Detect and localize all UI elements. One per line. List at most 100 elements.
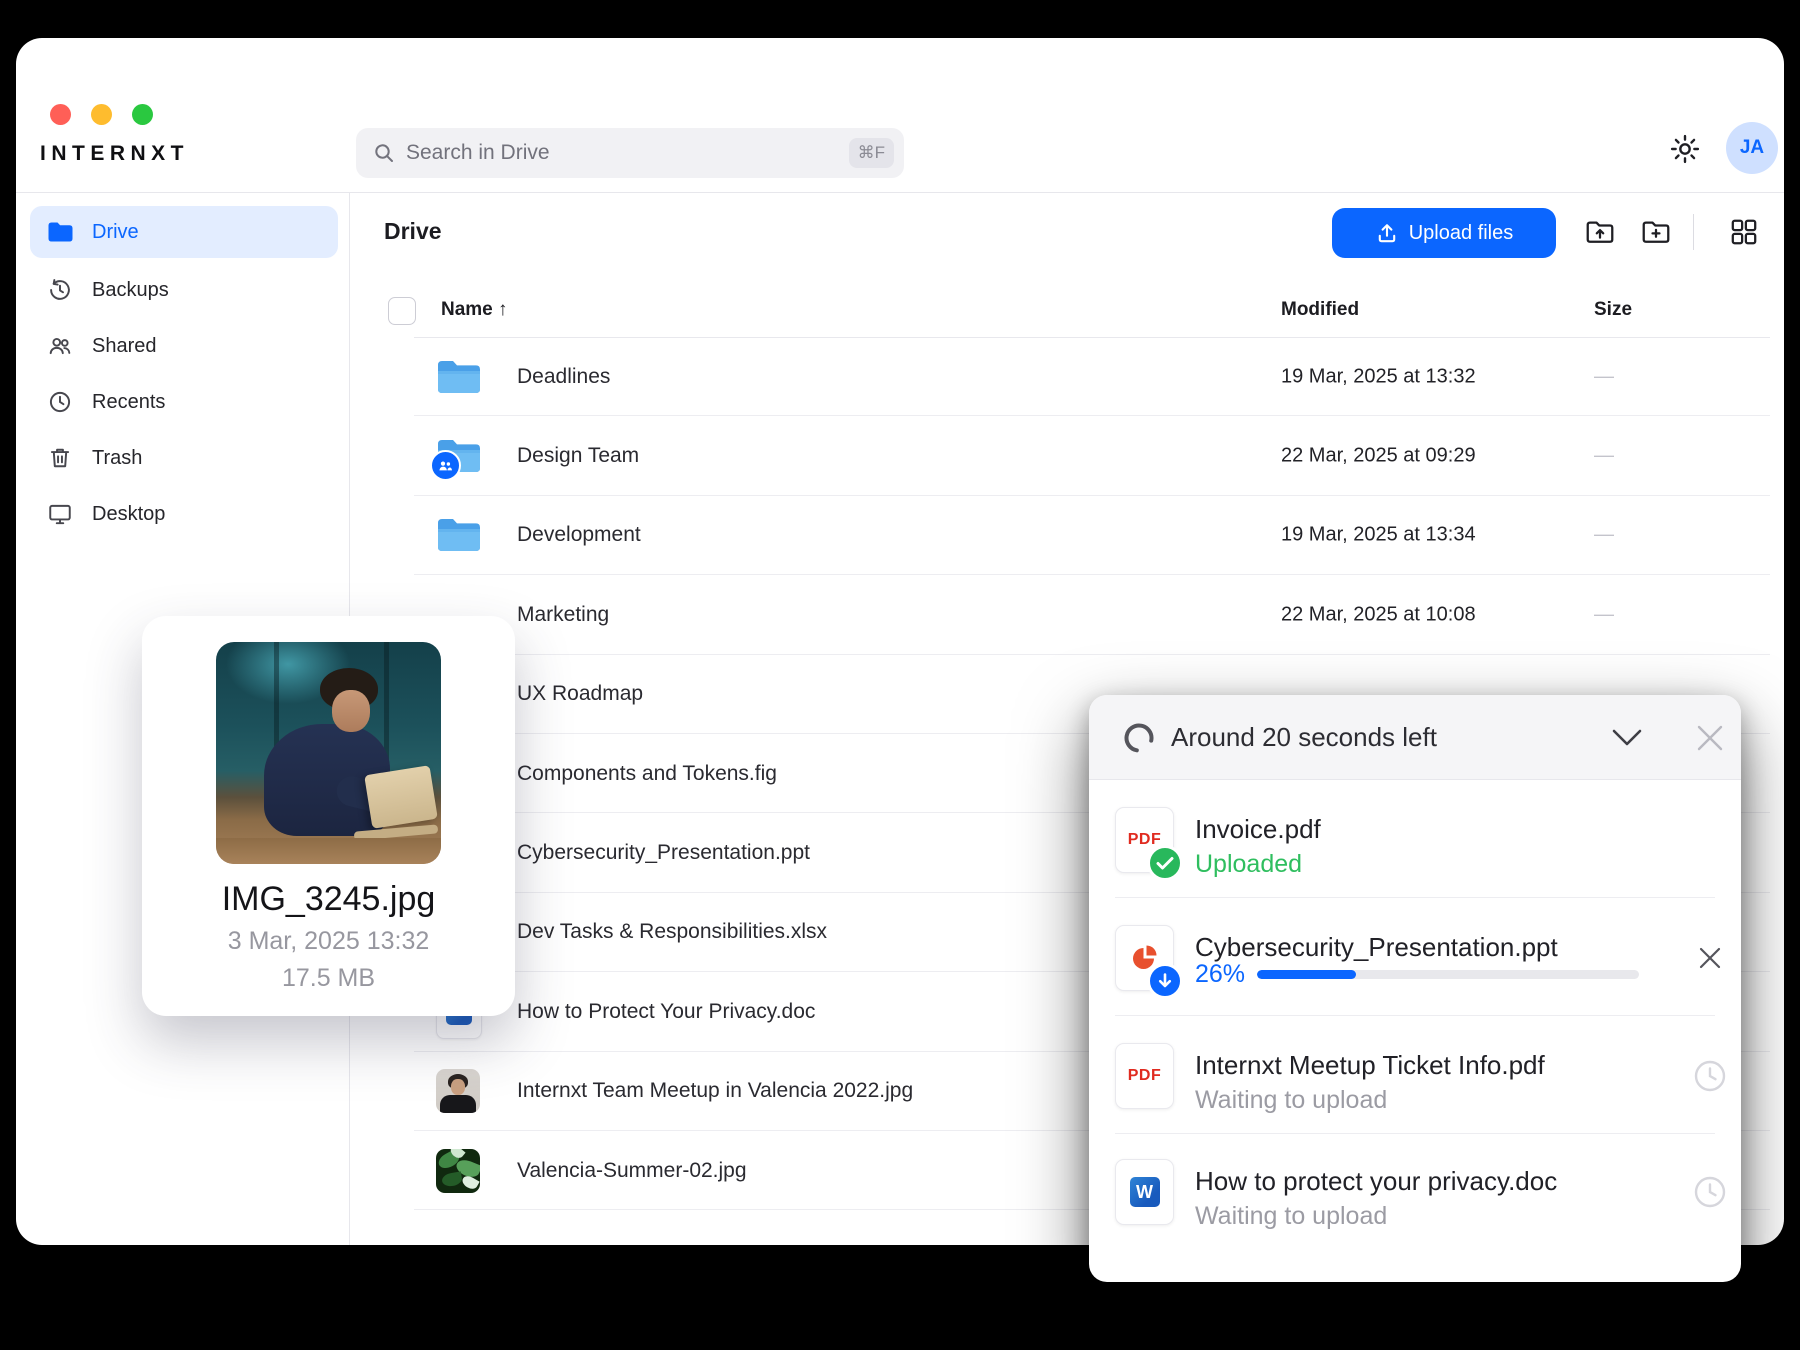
- file-modified: 22 Mar, 2025 at 10:08: [1281, 603, 1476, 626]
- preview-modified: 3 Mar, 2025 13:32: [227, 927, 430, 955]
- waiting-clock-icon: [1691, 1057, 1729, 1095]
- preview-photo: [216, 642, 441, 864]
- sidebar-item-trash[interactable]: Trash: [30, 432, 338, 484]
- upload-item-name: Internxt Meetup Ticket Info.pdf: [1195, 1050, 1545, 1080]
- trash-icon: [46, 444, 74, 472]
- file-size: —: [1594, 365, 1614, 388]
- upload-item-status: Uploaded: [1195, 850, 1303, 878]
- file-name: Components and Tokens.fig: [517, 761, 777, 785]
- close-window-button[interactable]: [50, 104, 71, 125]
- upload-item-status: Waiting to upload: [1195, 1202, 1388, 1230]
- cancel-icon: [1699, 947, 1721, 969]
- search-placeholder: Search in Drive: [406, 141, 550, 164]
- user-avatar[interactable]: JA: [1726, 122, 1778, 174]
- upload-item-status: Waiting to upload: [1195, 1086, 1388, 1114]
- internxt-logo: INTERNXT: [40, 142, 189, 165]
- file-size: —: [1594, 444, 1614, 467]
- table-row[interactable]: Development 19 Mar, 2025 at 13:34 —: [350, 496, 1784, 576]
- zoom-window-button[interactable]: [132, 104, 153, 125]
- column-header-name[interactable]: Name ↑: [441, 299, 508, 321]
- table-row[interactable]: Design Team 22 Mar, 2025 at 09:29 —: [350, 416, 1784, 497]
- page-title: Drive: [384, 218, 442, 244]
- upload-panel-title: Around 20 seconds left: [1171, 722, 1437, 752]
- sidebar-item-label: Drive: [92, 220, 139, 243]
- sidebar-item-shared[interactable]: Shared: [30, 320, 338, 372]
- preview-filename: IMG_3245.jpg: [221, 880, 436, 918]
- search-icon: [375, 144, 393, 162]
- file-name: Cybersecurity_Presentation.ppt: [517, 841, 810, 865]
- file-modified: 19 Mar, 2025 at 13:32: [1281, 365, 1476, 388]
- upload-item: PDF Internxt Meetup Ticket Info.pdf Wait…: [1089, 1016, 1741, 1134]
- upload-item-percent: 26%: [1195, 960, 1246, 988]
- select-all-checkbox[interactable]: [388, 297, 416, 325]
- preview-size: 17.5 MB: [281, 964, 376, 992]
- image-thumbnail: [436, 1069, 480, 1114]
- folder-icon: [46, 218, 74, 246]
- upload-progress-panel: Around 20 seconds left PDF Invoice.pdf U…: [1089, 695, 1741, 1282]
- file-name: UX Roadmap: [517, 682, 644, 706]
- window-controls: [50, 104, 153, 125]
- grid-view-button[interactable]: [1726, 214, 1762, 250]
- waiting-clock-icon: [1691, 1173, 1729, 1211]
- sidebar-item-label: Recents: [92, 390, 166, 413]
- upload-progress-bar: [1257, 970, 1639, 979]
- column-header-modified[interactable]: Modified: [1281, 299, 1359, 321]
- sidebar-item-label: Shared: [92, 334, 157, 357]
- word-doc-icon: W: [1115, 1159, 1174, 1225]
- history-icon: [46, 276, 74, 304]
- uploaded-check-icon: [1147, 845, 1183, 881]
- column-header-size[interactable]: Size: [1594, 299, 1632, 321]
- close-icon: [1697, 725, 1723, 751]
- shared-folder-icon: [430, 438, 482, 482]
- avatar-initials: JA: [1739, 137, 1765, 158]
- table-row[interactable]: Deadlines 19 Mar, 2025 at 13:32 —: [350, 337, 1784, 417]
- sidebar-item-drive[interactable]: Drive: [30, 206, 338, 258]
- file-name: Dev Tasks & Responsibilities.xlsx: [517, 920, 828, 944]
- sidebar-item-label: Desktop: [92, 502, 166, 525]
- folder-upload-icon: [1586, 221, 1614, 243]
- gear-icon: [1670, 134, 1700, 164]
- new-folder-button[interactable]: [1638, 214, 1674, 250]
- minimize-window-button[interactable]: [91, 104, 112, 125]
- sort-ascending-icon: ↑: [498, 299, 508, 320]
- cancel-upload-button[interactable]: [1691, 939, 1729, 977]
- desktop-icon: [46, 500, 74, 528]
- collapse-panel-button[interactable]: [1606, 719, 1648, 757]
- grid-view-icon: [1731, 219, 1757, 245]
- sidebar-item-recents[interactable]: Recents: [30, 376, 338, 428]
- folder-icon: [436, 517, 482, 553]
- upload-item: PDF Invoice.pdf Uploaded: [1089, 780, 1741, 898]
- file-name: Deadlines: [517, 364, 611, 388]
- settings-button[interactable]: [1668, 132, 1702, 166]
- sidebar-item-desktop[interactable]: Desktop: [30, 488, 338, 540]
- upload-files-button[interactable]: Upload files: [1332, 208, 1556, 258]
- upload-folder-button[interactable]: [1582, 214, 1618, 250]
- close-panel-button[interactable]: [1689, 719, 1731, 757]
- file-size: —: [1594, 603, 1614, 626]
- pdf-file-icon: PDF: [1115, 1043, 1174, 1109]
- table-row[interactable]: Marketing 22 Mar, 2025 at 10:08 —: [350, 575, 1784, 655]
- file-name: Design Team: [517, 444, 640, 468]
- upload-item-name: How to protect your privacy.doc: [1195, 1166, 1558, 1196]
- upload-item-name: Cybersecurity_Presentation.ppt: [1195, 932, 1558, 962]
- pdf-file-icon: PDF: [1115, 807, 1183, 881]
- ppt-file-icon: [1115, 925, 1183, 999]
- spinner-icon: [1122, 721, 1156, 755]
- sidebar-item-label: Backups: [92, 278, 169, 301]
- upload-icon: [1378, 224, 1395, 243]
- upload-item: W How to protect your privacy.doc Waitin…: [1089, 1132, 1741, 1250]
- upload-progress-fill: [1257, 970, 1357, 979]
- toolbar-divider: [1693, 214, 1694, 250]
- uploading-arrow-icon: [1147, 963, 1183, 999]
- sidebar-item-backups[interactable]: Backups: [30, 264, 338, 316]
- file-modified: 22 Mar, 2025 at 09:29: [1281, 444, 1476, 467]
- file-name: Marketing: [517, 602, 610, 626]
- upload-files-label: Upload files: [1408, 221, 1514, 244]
- search-input[interactable]: Search in Drive ⌘F: [356, 128, 904, 178]
- folder-icon: [436, 359, 482, 395]
- desktop-background: INTERNXT Search in Drive ⌘F JA Drive Bac…: [0, 0, 1800, 1350]
- shared-badge-icon: [430, 450, 461, 482]
- upload-item: Cybersecurity_Presentation.ppt 26%: [1089, 898, 1741, 1016]
- file-name: Internxt Team Meetup in Valencia 2022.jp…: [517, 1079, 914, 1103]
- chevron-down-icon: [1612, 729, 1642, 746]
